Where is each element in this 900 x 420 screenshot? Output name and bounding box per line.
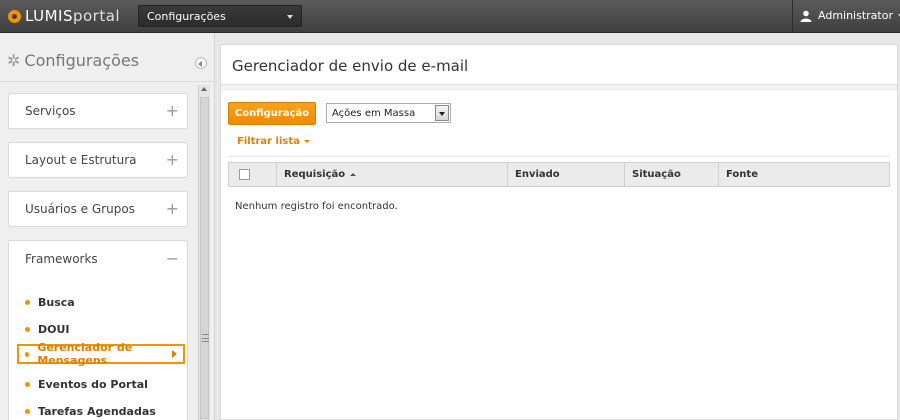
user-menu[interactable]: Administrator <box>800 9 900 22</box>
dropdown-arrow-icon[interactable] <box>435 105 449 121</box>
grip-icon <box>202 334 209 342</box>
content-shade <box>221 85 897 91</box>
logo[interactable]: LUMISportal <box>8 7 120 25</box>
panel-label: Layout e Estrutura <box>25 153 137 167</box>
bullet-icon <box>25 351 30 357</box>
expand-icon[interactable]: + <box>166 103 179 119</box>
bullet-icon <box>25 382 30 387</box>
sidebar-item-doui[interactable]: DOUI <box>25 323 70 336</box>
section-select-value: Configurações <box>147 10 226 23</box>
mass-actions-select[interactable]: Ações em Massa <box>326 103 451 123</box>
column-label: Requisição <box>284 169 346 180</box>
empty-table-message: Nenhum registro foi encontrado. <box>235 201 398 212</box>
filter-divider <box>228 156 890 157</box>
scroll-thumb[interactable] <box>200 97 209 419</box>
bullet-icon <box>25 409 30 414</box>
sidebar: ✲ Configurações Serviços + Layout e Estr… <box>0 33 215 420</box>
user-icon <box>800 10 812 22</box>
sidebar-title: Configurações <box>24 51 140 70</box>
user-name: Administrator <box>818 9 893 22</box>
sidebar-item-label: Busca <box>38 296 75 309</box>
scroll-up-icon[interactable] <box>201 87 207 91</box>
section-select[interactable]: Configurações <box>138 5 302 27</box>
column-header-situacao[interactable]: Situação <box>624 163 718 186</box>
logo-text-secondary: portal <box>72 7 121 25</box>
sidebar-scrollbar[interactable] <box>198 85 210 420</box>
sidebar-panel-usuarios[interactable]: Usuários e Grupos + <box>8 191 188 227</box>
bullet-icon <box>25 327 30 332</box>
sidebar-panel-frameworks[interactable]: Frameworks − <box>8 240 188 278</box>
configuration-button[interactable]: Configuração <box>228 102 316 125</box>
expand-icon[interactable]: + <box>166 201 179 217</box>
sidebar-item-busca[interactable]: Busca <box>25 296 75 309</box>
column-label: Enviado <box>515 169 560 180</box>
select-all-header <box>229 163 276 186</box>
gear-icon: ✲ <box>7 51 21 70</box>
panel-label: Frameworks <box>25 252 98 266</box>
main-content: Gerenciador de envio de e-mail Configura… <box>220 44 898 420</box>
column-label: Fonte <box>726 169 758 180</box>
collapse-sidebar-icon[interactable] <box>195 57 207 69</box>
expand-icon[interactable]: + <box>166 152 179 168</box>
chevron-down-icon <box>303 140 310 143</box>
sidebar-item-tarefas-agendadas[interactable]: Tarefas Agendadas <box>25 405 156 418</box>
sidebar-panel-layout[interactable]: Layout e Estrutura + <box>8 142 188 178</box>
column-header-fonte[interactable]: Fonte <box>718 163 889 186</box>
logo-text-primary: LUMIS <box>25 7 73 25</box>
chevron-right-icon <box>172 350 177 358</box>
column-header-requisicao[interactable]: Requisição <box>276 163 507 186</box>
collapse-icon[interactable]: − <box>166 251 179 267</box>
select-all-checkbox[interactable] <box>239 169 250 180</box>
filter-list-label: Filtrar lista <box>237 136 300 147</box>
column-header-enviado[interactable]: Enviado <box>507 163 624 186</box>
table-header: Requisição Enviado Situação Fonte <box>228 162 890 187</box>
sidebar-item-label: Tarefas Agendadas <box>38 405 156 418</box>
column-label: Situação <box>632 169 681 180</box>
sidebar-item-eventos-portal[interactable]: Eventos do Portal <box>25 378 148 391</box>
filter-list-link[interactable]: Filtrar lista <box>237 136 310 147</box>
topbar-divider <box>792 0 793 33</box>
page-title: Gerenciador de envio de e-mail <box>232 57 469 75</box>
sidebar-divider <box>0 81 214 82</box>
sidebar-item-label: Eventos do Portal <box>38 378 148 391</box>
sidebar-item-gerenciador-mensagens[interactable]: Gerenciador de Mensagens <box>17 341 185 367</box>
panel-label: Usuários e Grupos <box>25 202 135 216</box>
sidebar-item-label: DOUI <box>38 323 70 336</box>
sidebar-header: ✲ Configurações <box>7 51 139 70</box>
frameworks-list: Busca DOUI Gerenciador de Mensagens Even… <box>8 277 188 420</box>
sidebar-item-label: Gerenciador de Mensagens <box>37 341 133 367</box>
logo-icon <box>8 9 21 23</box>
bullet-icon <box>25 300 30 305</box>
top-bar: LUMISportal Configurações Administrator <box>0 0 900 33</box>
chevron-down-icon <box>287 15 293 19</box>
sort-ascending-icon <box>350 173 357 176</box>
panel-label: Serviços <box>25 104 76 118</box>
mass-actions-value: Ações em Massa <box>332 108 416 119</box>
sidebar-panel-servicos[interactable]: Serviços + <box>8 93 188 129</box>
